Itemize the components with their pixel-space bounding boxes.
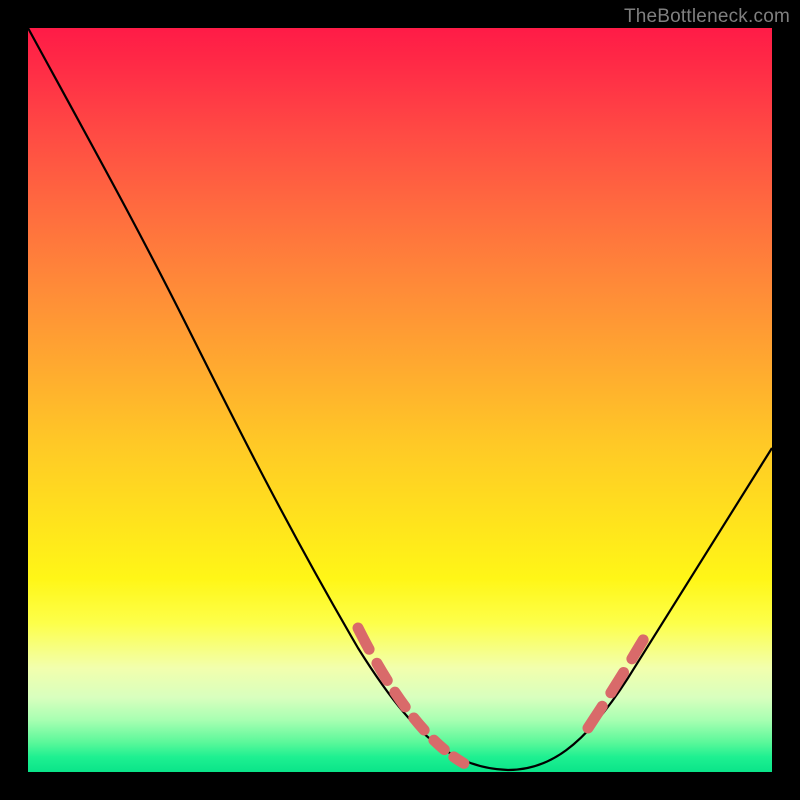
watermark-text: TheBottleneck.com — [624, 6, 790, 28]
chart-frame: TheBottleneck.com — [0, 0, 800, 800]
bottleneck-curve — [28, 28, 772, 770]
highlight-right-flank — [588, 623, 653, 728]
chart-svg — [28, 28, 772, 772]
plot-area — [28, 28, 772, 772]
highlight-left-flank — [358, 628, 548, 772]
